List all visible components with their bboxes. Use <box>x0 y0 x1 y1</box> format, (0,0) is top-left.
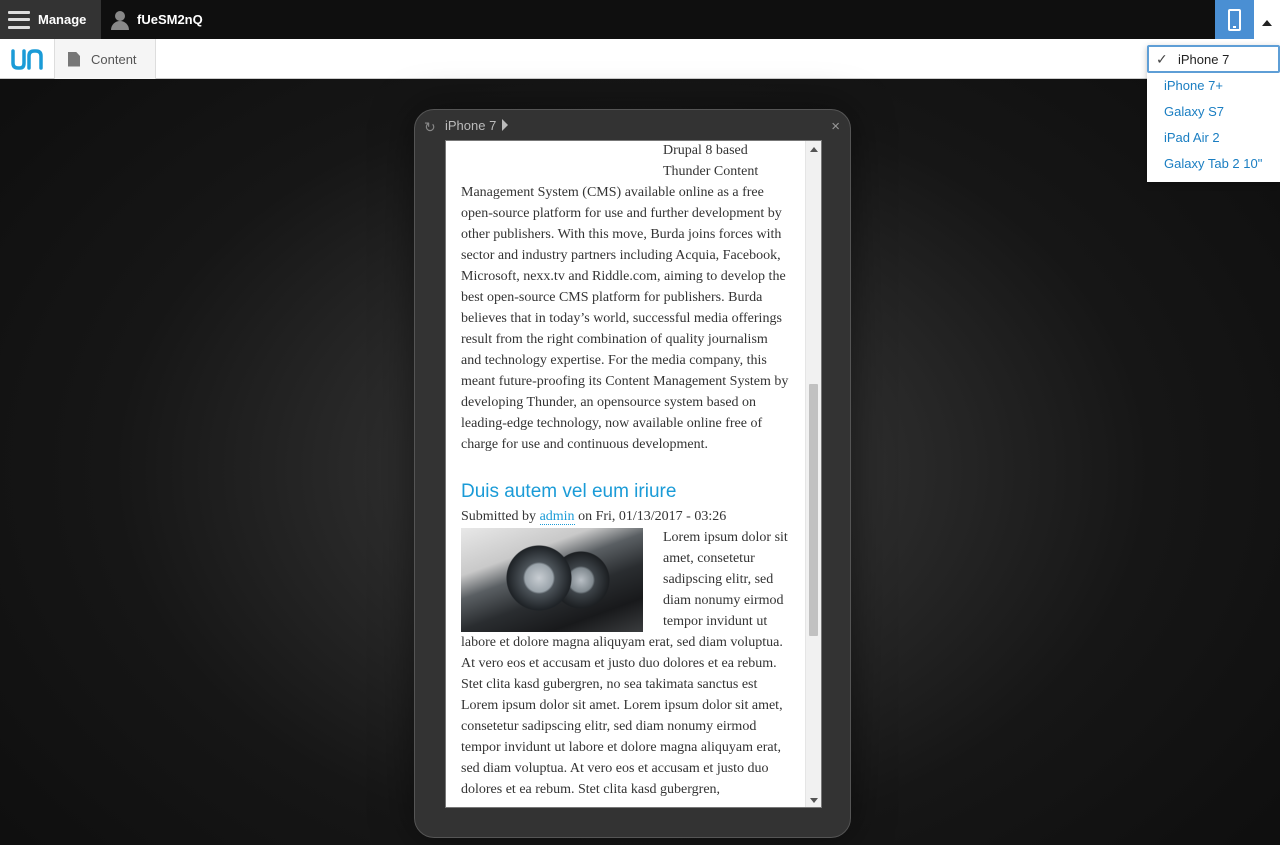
device-option-iphone-7[interactable]: ✓ iPhone 7 <box>1147 45 1280 73</box>
scroll-down-arrow-icon[interactable] <box>810 798 818 803</box>
preview-page: Drupal 8 based Thunder Content Managemen… <box>461 141 791 800</box>
user-icon <box>110 10 130 30</box>
article-thumbnail-image[interactable] <box>461 528 643 632</box>
submitted-date: on Fri, 01/13/2017 - 03:26 <box>578 509 727 524</box>
article-meta: Submitted by admin on Fri, 01/13/2017 - … <box>461 506 791 527</box>
article-title-link[interactable]: Duis autem vel eum iriure <box>461 480 791 504</box>
mobile-phone-icon <box>1228 8 1241 31</box>
triangle-right-icon <box>502 119 509 131</box>
content-tab[interactable]: Content <box>55 39 156 79</box>
device-preview-frame: ↻ iPhone 7 × Drupal 8 based Thunder Cont… <box>414 109 851 838</box>
intro-line: Drupal 8 based <box>663 143 748 158</box>
device-name-toggle[interactable]: iPhone 7 <box>445 118 509 133</box>
device-option-galaxy-s7[interactable]: Galaxy S7 <box>1147 99 1280 125</box>
secondary-toolbar: Content <box>0 39 1280 79</box>
username-label: fUeSM2nQ <box>137 12 203 27</box>
intro-line: Thunder Content <box>663 164 759 179</box>
caret-up-icon <box>1262 19 1272 26</box>
device-name-label: iPhone 7 <box>445 118 497 133</box>
vertical-scrollbar[interactable] <box>805 141 821 807</box>
preview-viewport[interactable]: Drupal 8 based Thunder Content Managemen… <box>445 140 822 808</box>
close-icon[interactable]: × <box>831 118 840 135</box>
submitted-prefix: Submitted by <box>461 509 537 524</box>
preview-scroll-area: Drupal 8 based Thunder Content Managemen… <box>446 141 806 807</box>
device-menu-toggle[interactable] <box>1254 0 1280 39</box>
document-icon <box>68 51 80 67</box>
device-option-label: iPhone 7 <box>1178 52 1230 67</box>
device-option-ipad-air-2[interactable]: iPad Air 2 <box>1147 125 1280 151</box>
device-frame-header: ↻ iPhone 7 × <box>415 110 850 140</box>
manage-label: Manage <box>38 12 87 27</box>
rotate-icon[interactable]: ↻ <box>424 119 436 136</box>
hamburger-icon <box>8 10 30 29</box>
checkmark-icon: ✓ <box>1156 51 1168 67</box>
intro-paragraph: Management System (CMS) available online… <box>461 185 789 452</box>
article-body: Lorem ipsum dolor sit amet, consetetur s… <box>461 527 791 800</box>
manage-menu-button[interactable]: Manage <box>0 0 101 39</box>
thunder-logo-icon <box>11 49 43 70</box>
device-option-iphone-7-plus[interactable]: iPhone 7+ <box>1147 73 1280 99</box>
home-logo-link[interactable] <box>0 39 55 79</box>
admin-toolbar: Manage fUeSM2nQ <box>0 0 1280 39</box>
device-option-galaxy-tab-2[interactable]: Galaxy Tab 2 10" <box>1147 151 1280 177</box>
responsive-preview-button[interactable] <box>1215 0 1254 39</box>
scrollbar-thumb[interactable] <box>809 384 818 636</box>
user-menu-button[interactable]: fUeSM2nQ <box>110 0 203 39</box>
author-link[interactable]: admin <box>539 509 575 525</box>
scroll-up-arrow-icon[interactable] <box>810 147 818 152</box>
device-dropdown: ✓ iPhone 7 iPhone 7+ Galaxy S7 iPad Air 2… <box>1147 45 1280 182</box>
content-tab-label: Content <box>91 51 137 67</box>
